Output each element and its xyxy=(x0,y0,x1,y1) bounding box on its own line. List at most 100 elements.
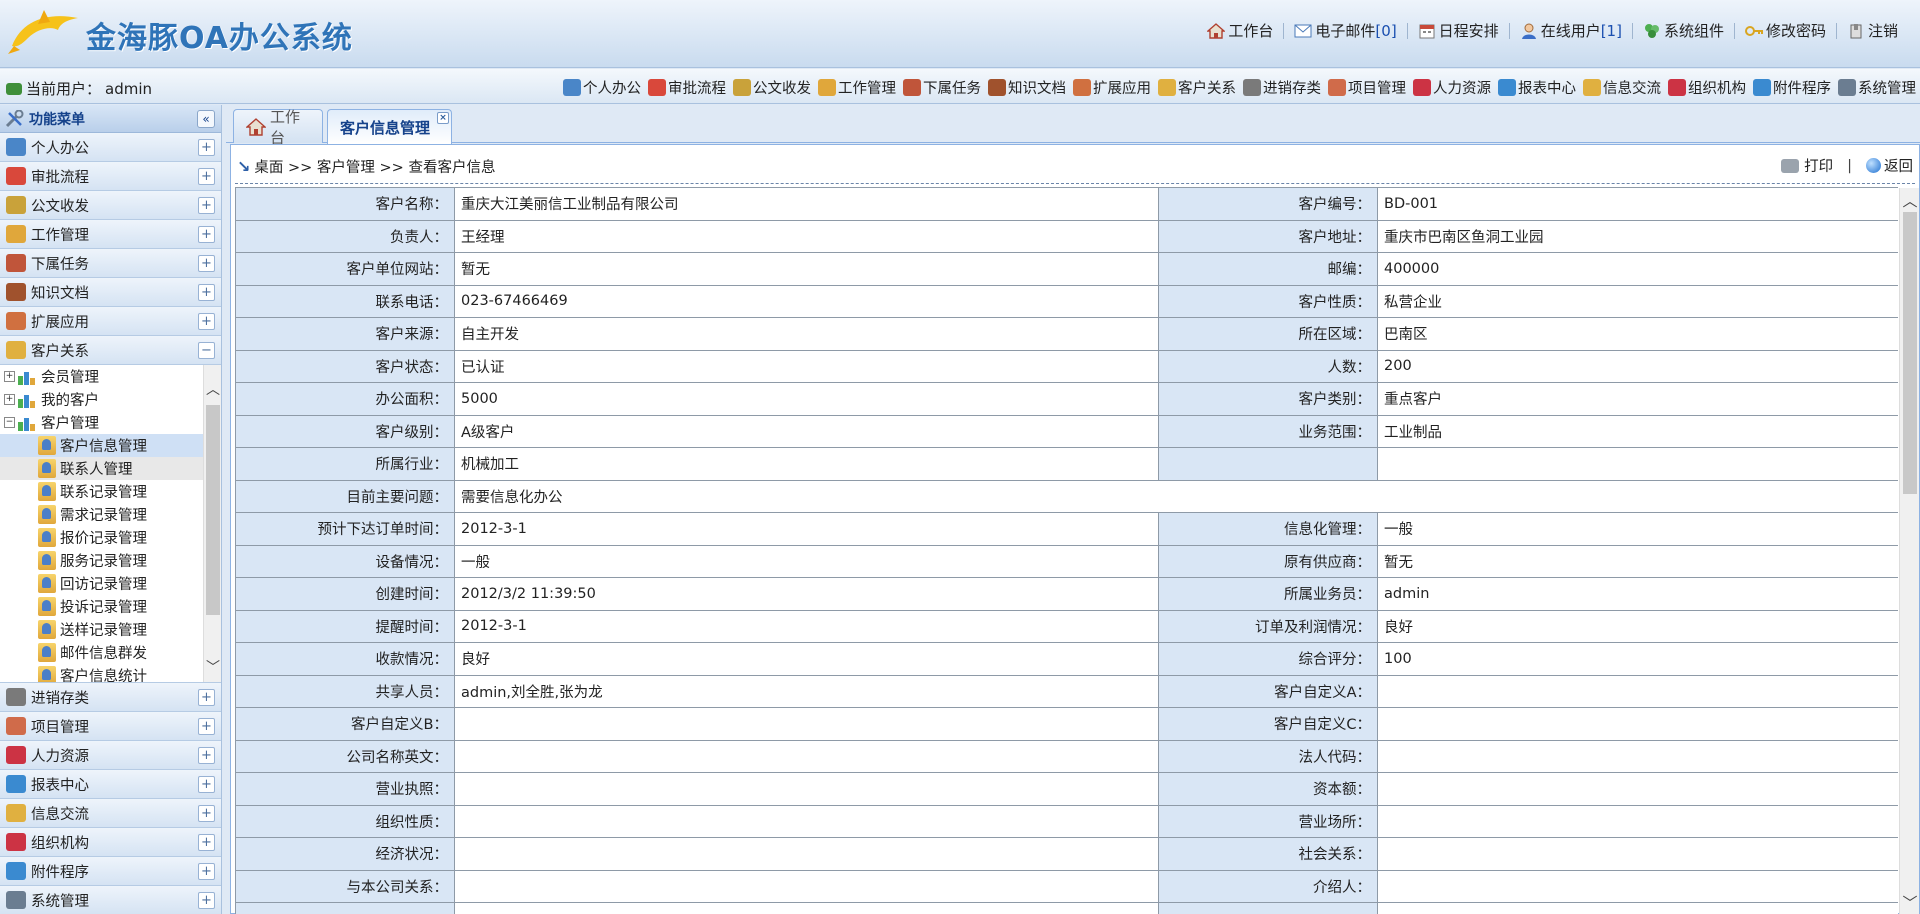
print-button[interactable]: 打印 xyxy=(1781,155,1833,176)
module-nav-item[interactable]: 扩展应用 xyxy=(1073,77,1151,98)
tree-node[interactable]: 回访记录管理 xyxy=(0,572,221,595)
expand-icon[interactable]: + xyxy=(198,747,215,764)
module-icon xyxy=(988,79,1006,96)
module-nav-item[interactable]: 进销存类 xyxy=(1243,77,1321,98)
top-nav-schedule[interactable]: 日程安排 xyxy=(1408,20,1509,41)
tree-node[interactable]: 邮件信息群发 xyxy=(0,641,221,664)
scroll-down-icon[interactable]: ﹀ xyxy=(1900,892,1920,913)
breadcrumb: ↘ 桌面 >> 客户管理 >> 查看客户信息 xyxy=(237,156,495,177)
tab-workbench[interactable]: 工作台 xyxy=(233,108,323,147)
expand-icon[interactable]: + xyxy=(198,226,215,243)
tree-scroll-thumb[interactable] xyxy=(206,405,220,615)
module-nav-item[interactable]: 下属任务 xyxy=(903,77,981,98)
expand-icon[interactable]: + xyxy=(198,834,215,851)
expand-icon[interactable]: + xyxy=(198,863,215,880)
expand-icon[interactable]: + xyxy=(198,284,215,301)
content-scrollbar[interactable]: ︿ ﹀ xyxy=(1899,188,1919,914)
tree-node[interactable]: 需求记录管理 xyxy=(0,503,221,526)
tree-node[interactable]: 客户信息管理 xyxy=(0,434,221,457)
tree-node[interactable]: 报价记录管理 xyxy=(0,526,221,549)
top-nav-change-password[interactable]: 修改密码 xyxy=(1735,20,1836,41)
tree-node[interactable]: 服务记录管理 xyxy=(0,549,221,572)
top-nav-online-users[interactable]: 在线用户 [1] xyxy=(1510,20,1632,41)
module-nav-item[interactable]: 报表中心 xyxy=(1498,77,1576,98)
sidebar-menu-item[interactable]: 信息交流 + xyxy=(0,799,221,828)
close-tab-icon[interactable]: × xyxy=(437,112,449,124)
tree-expand-icon[interactable]: + xyxy=(4,394,15,405)
sidebar-menu-item[interactable]: 审批流程 + xyxy=(0,162,221,191)
module-nav-item[interactable]: 系统管理 xyxy=(1838,77,1916,98)
tree-expand-icon[interactable]: + xyxy=(4,371,15,382)
collapse-sidebar-button[interactable]: « xyxy=(197,110,215,128)
scroll-up-icon[interactable]: ︿ xyxy=(1900,190,1920,211)
top-nav-logout[interactable]: 注销 xyxy=(1837,20,1908,41)
expand-icon[interactable]: + xyxy=(198,313,215,330)
back-button[interactable]: 返回 xyxy=(1866,155,1913,176)
module-nav-item[interactable]: 项目管理 xyxy=(1328,77,1406,98)
tree-scrollbar[interactable]: ︿ ﹀ xyxy=(203,365,221,682)
sidebar-menu-label: 工作管理 xyxy=(31,227,89,244)
tree-node[interactable]: 送样记录管理 xyxy=(0,618,221,641)
top-nav-email[interactable]: 电子邮件 [0] xyxy=(1284,20,1406,41)
field-value: A级客户 xyxy=(454,414,1159,448)
field-label: 所属业务员： xyxy=(1158,577,1378,611)
expand-icon[interactable]: + xyxy=(198,892,215,909)
tree-node[interactable]: 联系记录管理 xyxy=(0,480,221,503)
sidebar-menu-item[interactable]: 扩展应用 + xyxy=(0,307,221,336)
tab-customer-info[interactable]: 客户信息管理 × xyxy=(327,109,452,144)
content-scroll-thumb[interactable] xyxy=(1903,212,1917,494)
module-nav-item[interactable]: 组织机构 xyxy=(1668,77,1746,98)
module-icon xyxy=(903,79,921,96)
module-nav-item[interactable]: 附件程序 xyxy=(1753,77,1831,98)
menu-icon xyxy=(6,167,26,185)
expand-icon[interactable]: + xyxy=(198,255,215,272)
sidebar-menu-item[interactable]: 知识文档 + xyxy=(0,278,221,307)
sidebar-menu-item[interactable]: 报表中心 + xyxy=(0,770,221,799)
field-label: 客户级别： xyxy=(235,414,455,448)
sidebar-menu-item[interactable]: 组织机构 + xyxy=(0,828,221,857)
expand-icon[interactable]: + xyxy=(198,776,215,793)
tree-node[interactable]: − 客户管理 xyxy=(0,411,221,434)
main-area: 工作台 客户信息管理 × ↘ 桌面 >> 客户管理 >> 查看客户信息 打印 |… xyxy=(226,105,1920,914)
module-nav-item[interactable]: 工作管理 xyxy=(818,77,896,98)
field-label: 社会关系： xyxy=(1158,837,1378,871)
tree-node-label: 需求记录管理 xyxy=(60,508,147,524)
tree-node[interactable]: 联系人管理 xyxy=(0,457,221,480)
top-nav-workbench[interactable]: 工作台 xyxy=(1197,20,1283,41)
print-label: 打印 xyxy=(1804,159,1834,175)
sidebar-menu-item[interactable]: 下属任务 + xyxy=(0,249,221,278)
module-nav-item[interactable]: 公文收发 xyxy=(733,77,811,98)
scroll-up-icon[interactable]: ︿ xyxy=(204,379,221,399)
module-nav-item[interactable]: 审批流程 xyxy=(648,77,726,98)
sidebar-menu-item[interactable]: 工作管理 + xyxy=(0,220,221,249)
module-nav-item[interactable]: 人力资源 xyxy=(1413,77,1491,98)
sidebar-menu-item[interactable]: 附件程序 + xyxy=(0,857,221,886)
module-nav-item[interactable]: 个人办公 xyxy=(563,77,641,98)
expand-icon[interactable]: + xyxy=(198,197,215,214)
collapse-icon[interactable]: − xyxy=(198,342,215,359)
sidebar-menu-item[interactable]: 项目管理 + xyxy=(0,712,221,741)
sidebar-menu-item[interactable]: 客户关系 − xyxy=(0,336,221,365)
module-nav-item[interactable]: 知识文档 xyxy=(988,77,1066,98)
table-row: 共享人员： admin,刘全胜,张为龙 客户自定义A： xyxy=(235,674,1898,708)
tree-node[interactable]: + 会员管理 xyxy=(0,365,221,388)
module-nav-item[interactable]: 客户关系 xyxy=(1158,77,1236,98)
top-nav-components[interactable]: 系统组件 xyxy=(1633,20,1734,41)
scroll-down-icon[interactable]: ﹀ xyxy=(204,657,221,677)
sidebar-menu-item[interactable]: 公文收发 + xyxy=(0,191,221,220)
module-icon xyxy=(1838,79,1856,96)
tree-node[interactable]: 客户信息统计 xyxy=(0,664,221,682)
expand-icon[interactable]: + xyxy=(198,168,215,185)
expand-icon[interactable]: + xyxy=(198,718,215,735)
module-nav-item[interactable]: 信息交流 xyxy=(1583,77,1661,98)
expand-icon[interactable]: + xyxy=(198,805,215,822)
tree-node[interactable]: 投诉记录管理 xyxy=(0,595,221,618)
sidebar-menu-item[interactable]: 进销存类 + xyxy=(0,683,221,712)
tree-node[interactable]: + 我的客户 xyxy=(0,388,221,411)
tree-collapse-icon[interactable]: − xyxy=(4,417,15,428)
sidebar-menu-item[interactable]: 人力资源 + xyxy=(0,741,221,770)
expand-icon[interactable]: + xyxy=(198,689,215,706)
sidebar-menu-item[interactable]: 系统管理 + xyxy=(0,886,221,914)
expand-icon[interactable]: + xyxy=(198,139,215,156)
sidebar-menu-item[interactable]: 个人办公 + xyxy=(0,133,221,162)
